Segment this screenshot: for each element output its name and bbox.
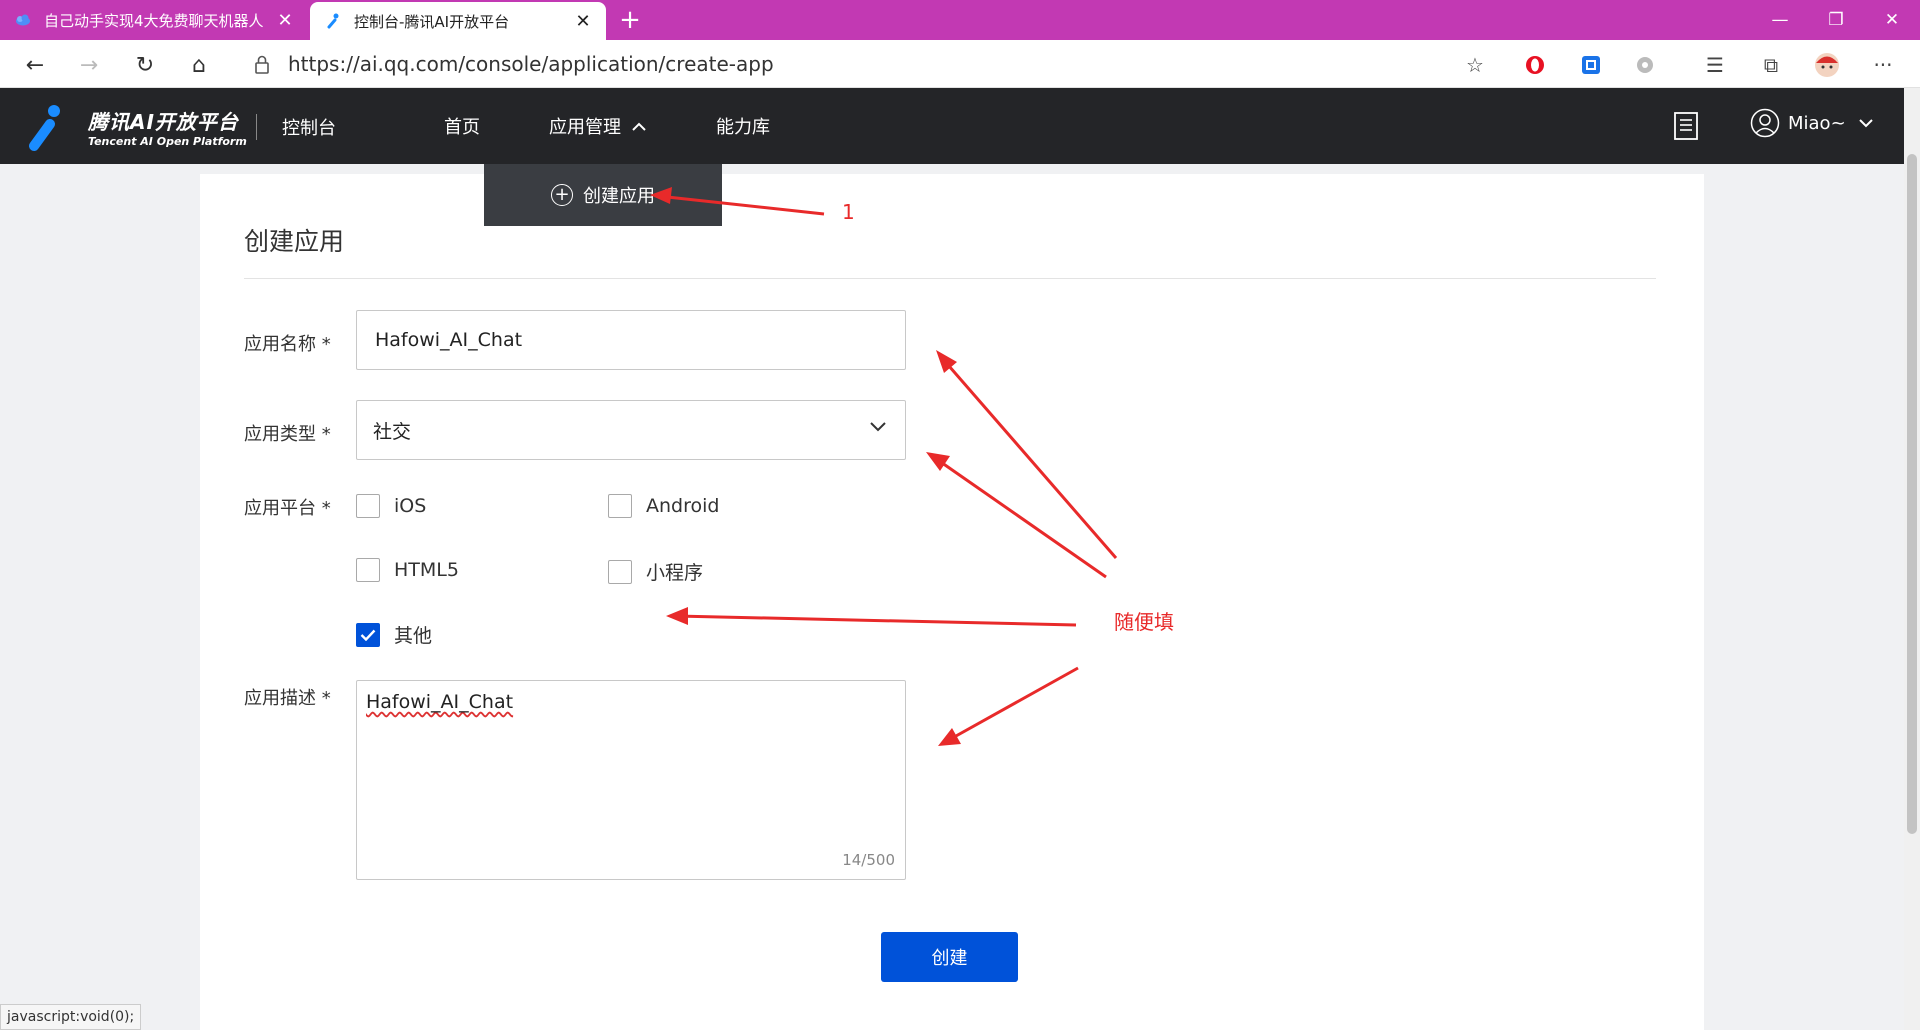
new-tab-icon[interactable]: + [616, 6, 644, 34]
collections-icon[interactable]: ⧉ [1758, 52, 1784, 78]
app-description-label: 应用描述 * [244, 688, 331, 709]
create-app-menu-item[interactable]: + 创建应用 [484, 164, 722, 226]
nav-capability-library[interactable]: 能力库 [716, 113, 770, 139]
close-tab-icon[interactable]: ✕ [276, 10, 294, 31]
page-scrollbar[interactable] [1904, 88, 1920, 1030]
char-counter: 14/500 [842, 851, 895, 869]
platform-checkbox-other[interactable]: 其他 [356, 621, 432, 648]
plus-circle-icon: + [551, 184, 573, 206]
checkbox-box[interactable] [356, 494, 380, 518]
extension-gear-icon[interactable] [1632, 52, 1658, 78]
url-text: https://ai.qq.com/console/application/cr… [288, 52, 774, 76]
checkbox-box-checked[interactable] [356, 622, 380, 647]
site-header: 腾讯AI开放平台 Tencent AI Open Platform 控制台 首页… [0, 88, 1904, 164]
nav-app-management[interactable]: 应用管理 [549, 113, 647, 139]
nav-home[interactable]: 首页 [444, 113, 480, 139]
checkbox-box[interactable] [608, 559, 632, 584]
logo-title: 腾讯AI开放平台 [88, 110, 239, 134]
create-app-menu-label: 创建应用 [583, 186, 655, 207]
title-divider [244, 278, 1656, 279]
app-type-value: 社交 [373, 420, 412, 443]
page-title: 创建应用 [244, 227, 345, 256]
create-button[interactable]: 创建 [881, 932, 1018, 982]
forward-icon[interactable]: → [74, 50, 104, 80]
tencent-ai-logo-icon [29, 105, 60, 151]
app-description-value: Hafowi_AI_Chat [366, 691, 514, 713]
status-bar: javascript:void(0); [0, 1004, 142, 1030]
user-menu[interactable]: Miao~ [1750, 108, 1882, 138]
checkbox-box[interactable] [608, 494, 632, 518]
create-app-card: 创建应用 应用名称 * Hafowi_AI_Chat 应用类型 * 社交 应用平… [200, 174, 1704, 1030]
chevron-up-icon [632, 122, 646, 131]
checkbox-box[interactable] [356, 558, 380, 582]
opera-extension-icon[interactable] [1522, 52, 1548, 78]
user-avatar-icon [1750, 108, 1780, 138]
close-window-icon[interactable]: ✕ [1864, 0, 1920, 40]
minimize-icon[interactable]: — [1752, 0, 1808, 40]
logo-subtitle: Tencent AI Open Platform [88, 135, 247, 148]
tencent-ai-favicon-icon [327, 13, 339, 29]
profile-avatar-icon[interactable] [1814, 52, 1840, 78]
platform-html5-label: HTML5 [394, 559, 459, 581]
platform-miniprogram-label: 小程序 [646, 562, 704, 584]
translate-extension-icon[interactable] [1578, 52, 1604, 78]
browser-tab-bar: 自己动手实现4大免费聊天机器人 ✕ 控制台-腾讯AI开放平台 ✕ + — ❐ ✕ [0, 0, 1920, 40]
tab-title: 控制台-腾讯AI开放平台 [354, 12, 510, 31]
checkmark-icon [360, 629, 376, 641]
platform-checkbox-android[interactable]: Android [608, 494, 719, 518]
browser-toolbar: ← → ↻ ⌂ https://ai.qq.com/console/applic… [0, 40, 1920, 88]
tab-title: 自己动手实现4大免费聊天机器人 [44, 11, 264, 30]
browser-tab-active[interactable]: 控制台-腾讯AI开放平台 ✕ [310, 2, 606, 40]
platform-ios-label: iOS [394, 495, 427, 517]
app-type-select[interactable]: 社交 [356, 400, 906, 460]
reload-icon[interactable]: ↻ [130, 50, 160, 80]
console-link[interactable]: 控制台 [282, 114, 336, 140]
nav-app-management-label: 应用管理 [549, 117, 621, 138]
user-name: Miao~ [1788, 112, 1846, 134]
close-tab-icon[interactable]: ✕ [574, 11, 592, 32]
more-options-icon[interactable]: ··· [1870, 52, 1896, 78]
platform-checkbox-ios[interactable]: iOS [356, 494, 426, 518]
browser-tab-inactive[interactable]: 自己动手实现4大免费聊天机器人 ✕ [0, 0, 308, 40]
chevron-down-icon [1858, 119, 1873, 128]
address-bar[interactable]: https://ai.qq.com/console/application/cr… [240, 46, 1502, 82]
app-platform-label: 应用平台 * [244, 498, 331, 519]
lock-icon [255, 55, 269, 74]
platform-other-label: 其他 [394, 625, 433, 647]
restore-icon[interactable]: ❐ [1808, 0, 1864, 40]
app-name-input[interactable]: Hafowi_AI_Chat [356, 310, 906, 370]
app-name-value: Hafowi_AI_Chat [375, 329, 523, 351]
scrollbar-thumb[interactable] [1907, 154, 1917, 834]
home-icon[interactable]: ⌂ [184, 50, 214, 80]
back-icon[interactable]: ← [20, 50, 50, 80]
platform-checkbox-html5[interactable]: HTML5 [356, 558, 459, 582]
cloud-icon [16, 14, 30, 26]
fill-hint-annotation: 随便填 [1114, 610, 1174, 634]
platform-android-label: Android [646, 495, 720, 517]
app-description-textarea[interactable]: Hafowi_AI_Chat 14/500 [356, 680, 906, 880]
chevron-down-icon [870, 422, 886, 432]
favorite-star-icon[interactable]: ☆ [1462, 52, 1488, 78]
favorites-list-icon[interactable]: ☰ [1702, 52, 1728, 78]
step-annotation: 1 [842, 200, 855, 224]
app-type-label: 应用类型 * [244, 424, 331, 445]
document-icon[interactable] [1670, 110, 1702, 142]
app-name-label: 应用名称 * [244, 334, 331, 355]
platform-checkbox-miniprogram[interactable]: 小程序 [608, 558, 703, 585]
site-logo[interactable]: 腾讯AI开放平台 Tencent AI Open Platform [24, 102, 247, 152]
header-divider [256, 114, 257, 140]
